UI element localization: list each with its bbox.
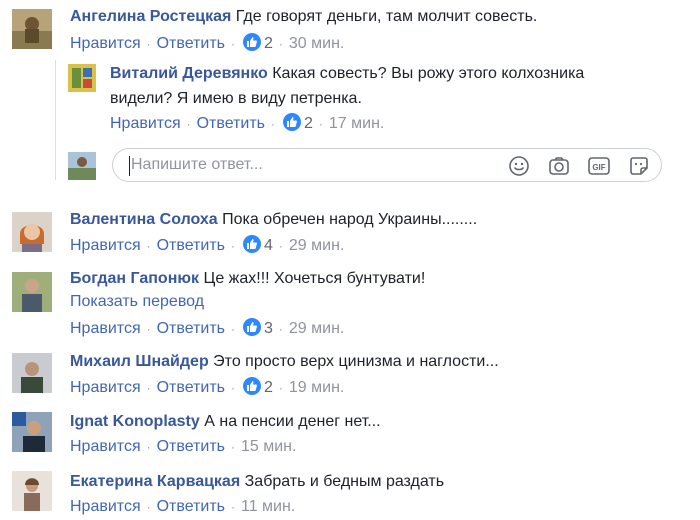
separator: ·: [146, 500, 151, 514]
separator: ·: [278, 381, 283, 395]
comment-text: А на пенсии денег нет...: [204, 413, 381, 430]
separator: ·: [146, 239, 151, 253]
separator: ·: [278, 37, 283, 51]
svg-text:GIF: GIF: [592, 163, 605, 172]
comment-author[interactable]: Михаил Шнайдер: [70, 353, 209, 370]
separator: ·: [146, 440, 151, 454]
sticker-icon[interactable]: [627, 154, 651, 178]
separator: ·: [146, 381, 151, 395]
like-count: 2: [264, 35, 273, 52]
like-icon[interactable]: [243, 318, 261, 336]
separator: ·: [231, 500, 235, 514]
avatar[interactable]: [12, 212, 52, 252]
separator: ·: [186, 117, 191, 131]
like-link[interactable]: Нравится: [70, 379, 141, 396]
like-count: 4: [264, 237, 273, 254]
separator: ·: [318, 117, 323, 131]
like-link[interactable]: Нравится: [70, 35, 141, 52]
reply-thread-line: [55, 60, 56, 180]
like-icon[interactable]: [243, 377, 261, 395]
like-count: 2: [304, 115, 313, 132]
avatar[interactable]: [12, 9, 52, 49]
reply-link[interactable]: Ответить: [197, 115, 265, 132]
reply-link[interactable]: Ответить: [157, 237, 225, 254]
reply-link[interactable]: Ответить: [157, 320, 225, 337]
text-caret: [129, 156, 130, 176]
separator: ·: [271, 117, 275, 131]
like-icon[interactable]: [283, 113, 301, 131]
camera-icon[interactable]: [547, 154, 571, 178]
timestamp[interactable]: 15 мин.: [241, 438, 296, 455]
comment-text: Забрать и бедным раздать: [244, 473, 445, 490]
like-link[interactable]: Нравится: [70, 438, 141, 455]
comment-author[interactable]: Ангелина Ростецкая: [70, 8, 231, 25]
like-link[interactable]: Нравится: [110, 115, 181, 132]
comment-author[interactable]: Виталий Деревянко: [110, 65, 268, 82]
like-link[interactable]: Нравится: [70, 320, 141, 337]
reply-link[interactable]: Ответить: [157, 35, 225, 52]
comment-text: Где говорят деньги, там молчит совесть.: [235, 8, 538, 25]
separator: ·: [231, 440, 235, 454]
emoji-icon[interactable]: [507, 154, 531, 178]
avatar[interactable]: [68, 64, 96, 92]
separator: ·: [146, 322, 151, 336]
reply-link[interactable]: Ответить: [157, 438, 225, 455]
comment-author[interactable]: Ignat Konoplasty: [70, 413, 200, 430]
like-icon[interactable]: [243, 33, 261, 51]
comment-text: Пока обречен народ Украины........: [222, 211, 478, 228]
comment-text: Это просто верх цинизма и наглости...: [213, 353, 499, 370]
timestamp[interactable]: 29 мин.: [289, 237, 344, 254]
like-count: 3: [264, 320, 273, 337]
reply-input[interactable]: [131, 155, 491, 175]
separator: ·: [231, 322, 235, 336]
reply-box[interactable]: GIF: [112, 148, 662, 182]
like-link[interactable]: Нравится: [70, 498, 141, 515]
show-translation-link[interactable]: Показать перевод: [70, 291, 204, 313]
comment-author[interactable]: Екатерина Карвацкая: [70, 473, 240, 490]
current-user-avatar: [68, 152, 96, 180]
avatar[interactable]: [12, 412, 52, 452]
separator: ·: [146, 37, 151, 51]
gif-icon[interactable]: GIF: [587, 154, 611, 178]
timestamp[interactable]: 29 мин.: [289, 320, 344, 337]
separator: ·: [278, 322, 283, 336]
timestamp[interactable]: 17 мин.: [329, 115, 384, 132]
comment-author[interactable]: Богдан Гапонюк: [70, 270, 199, 287]
comment-text-line2: видели? Я имею в виду петренка.: [110, 90, 362, 107]
like-count: 2: [264, 379, 273, 396]
timestamp[interactable]: 19 мин.: [289, 379, 344, 396]
comment-text: Какая совесть? Вы рожу этого колхозника: [272, 65, 585, 82]
avatar[interactable]: [12, 272, 52, 312]
comment-author[interactable]: Валентина Солоха: [70, 211, 218, 228]
timestamp[interactable]: 11 мин.: [241, 498, 295, 515]
like-icon[interactable]: [243, 235, 261, 253]
separator: ·: [278, 239, 283, 253]
timestamp[interactable]: 30 мин.: [289, 35, 344, 52]
separator: ·: [231, 381, 235, 395]
reply-link[interactable]: Ответить: [157, 498, 225, 515]
separator: ·: [231, 239, 235, 253]
like-link[interactable]: Нравится: [70, 237, 141, 254]
reply-link[interactable]: Ответить: [157, 379, 225, 396]
avatar[interactable]: [12, 471, 52, 511]
separator: ·: [231, 37, 235, 51]
avatar[interactable]: [12, 353, 52, 393]
comment-text: Це жах!!! Хочеться бунтувати!: [203, 270, 426, 287]
